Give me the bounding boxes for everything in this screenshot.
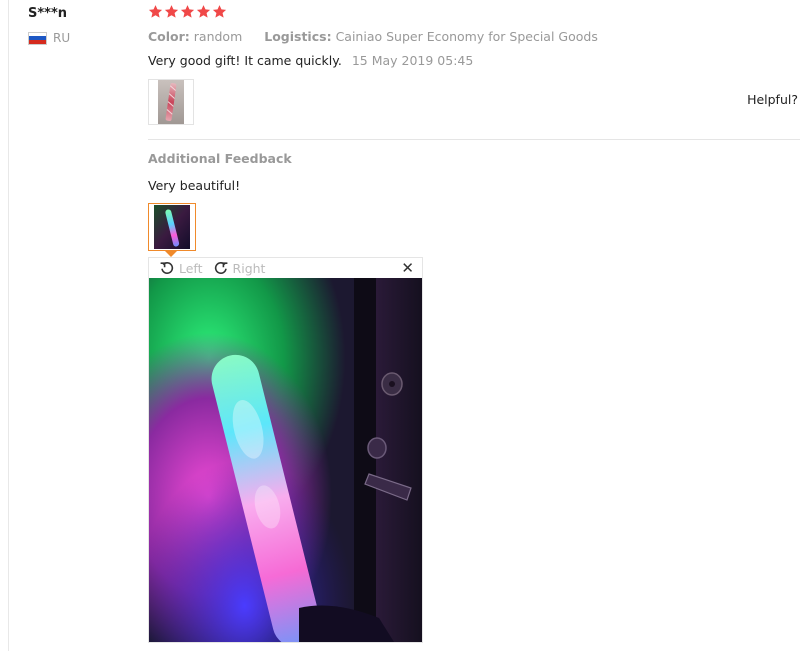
page-left-border: [8, 0, 9, 651]
rotate-right-button[interactable]: Right: [213, 260, 266, 276]
section-divider: [148, 139, 800, 140]
viewer-toolbar: Left Right ✕: [149, 258, 422, 278]
additional-feedback-title: Additional Feedback: [148, 151, 292, 166]
additional-photo-thumbnail[interactable]: [148, 203, 196, 251]
close-icon[interactable]: ✕: [401, 259, 414, 277]
order-info: Color: random Logistics: Cainiao Super E…: [148, 29, 598, 44]
rotate-right-icon: [214, 262, 227, 274]
rating-stars: [148, 4, 227, 19]
reviewer-name: S***n: [28, 6, 68, 21]
color-value: random: [193, 29, 243, 44]
flag-stripe-red: [29, 39, 46, 44]
rotate-left-icon: [160, 262, 174, 274]
star-icon: [164, 5, 179, 18]
rotate-left-label: Left: [179, 260, 203, 276]
logistics-value: Cainiao Super Economy for Special Goods: [335, 29, 598, 44]
rotate-left-button[interactable]: Left: [159, 260, 203, 276]
viewer-photo: [149, 278, 422, 642]
country-code: RU: [53, 31, 71, 45]
review-date: 15 May 2019 05:45: [351, 53, 474, 68]
additional-feedback-text: Very beautiful!: [148, 178, 241, 193]
star-icon: [212, 5, 227, 18]
rotate-right-label: Right: [232, 260, 266, 276]
glow-stick-photo-icon: [154, 205, 190, 249]
glow-stick-photo-icon: [158, 80, 184, 124]
reviewer-country: RU: [28, 31, 70, 45]
glow-stick-photo-large-icon: [149, 278, 422, 642]
logistics-label: Logistics:: [264, 29, 332, 44]
review-text-row: Very good gift! It came quickly. 15 May …: [148, 53, 473, 68]
image-viewer: Left Right ✕: [148, 257, 423, 643]
star-icon: [148, 5, 163, 18]
star-icon: [196, 5, 211, 18]
review-text: Very good gift! It came quickly.: [148, 53, 342, 68]
star-icon: [180, 5, 195, 18]
helpful-link[interactable]: Helpful?: [747, 92, 798, 107]
flag-ru-icon: [28, 31, 47, 45]
color-label: Color:: [148, 29, 190, 44]
review-photo-thumbnail[interactable]: [148, 79, 194, 125]
